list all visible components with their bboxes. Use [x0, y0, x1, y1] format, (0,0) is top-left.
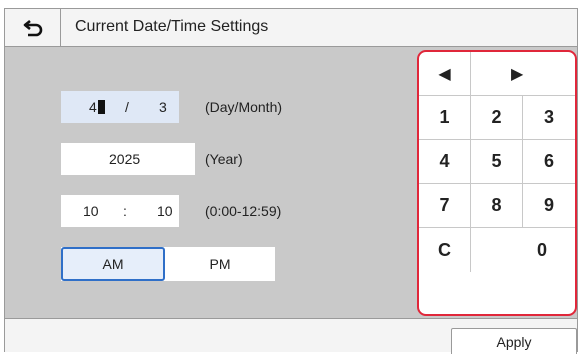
key-2[interactable]: 2 [471, 96, 523, 140]
back-button[interactable] [5, 9, 61, 46]
cursor-right-button[interactable]: ▶ [471, 52, 575, 96]
key-6[interactable]: 6 [523, 140, 575, 184]
clear-key[interactable]: C [419, 228, 471, 272]
key-3[interactable]: 3 [523, 96, 575, 140]
key-4[interactable]: 4 [419, 140, 471, 184]
day-month-label: (Day/Month) [205, 99, 283, 115]
time-field[interactable]: 10 : 10 [61, 195, 179, 227]
year-value[interactable]: 2025 [109, 151, 140, 167]
pm-button[interactable]: PM [165, 247, 275, 281]
key-0[interactable]: 0 [471, 228, 575, 272]
am-button[interactable]: AM [61, 247, 165, 281]
key-8[interactable]: 8 [471, 184, 523, 228]
day-month-field[interactable]: 4 / 3 [61, 91, 179, 123]
left-arrow-icon: ◀ [438, 65, 451, 83]
key-7[interactable]: 7 [419, 184, 471, 228]
key-9[interactable]: 9 [523, 184, 575, 228]
key-1[interactable]: 1 [419, 96, 471, 140]
year-label: (Year) [205, 151, 243, 167]
numeric-keypad: ◀ ▶ 1 2 3 4 5 6 7 8 9 C 0 [417, 50, 577, 316]
text-cursor [97, 100, 105, 114]
am-pm-toggle: AM PM [61, 247, 275, 281]
bottom-bar: Apply [5, 318, 577, 354]
back-arrow-icon [23, 19, 42, 36]
date-separator: / [125, 99, 129, 115]
cursor-left-button[interactable]: ◀ [419, 52, 471, 96]
key-5[interactable]: 5 [471, 140, 523, 184]
right-arrow-icon: ▶ [511, 65, 524, 83]
hour-value[interactable]: 10 [83, 203, 99, 219]
apply-button[interactable]: Apply [451, 328, 577, 354]
time-range-label: (0:00-12:59) [205, 203, 282, 219]
month-value[interactable]: 3 [159, 99, 167, 115]
day-value[interactable]: 4 [89, 99, 105, 115]
year-field[interactable]: 2025 [61, 143, 195, 175]
header-bar: Current Date/Time Settings [5, 9, 577, 47]
page-title: Current Date/Time Settings [75, 18, 269, 35]
settings-screen: Current Date/Time Settings 4 / 3 (Day/Mo… [4, 8, 578, 354]
minute-value[interactable]: 10 [157, 203, 173, 219]
time-separator: : [123, 203, 127, 219]
